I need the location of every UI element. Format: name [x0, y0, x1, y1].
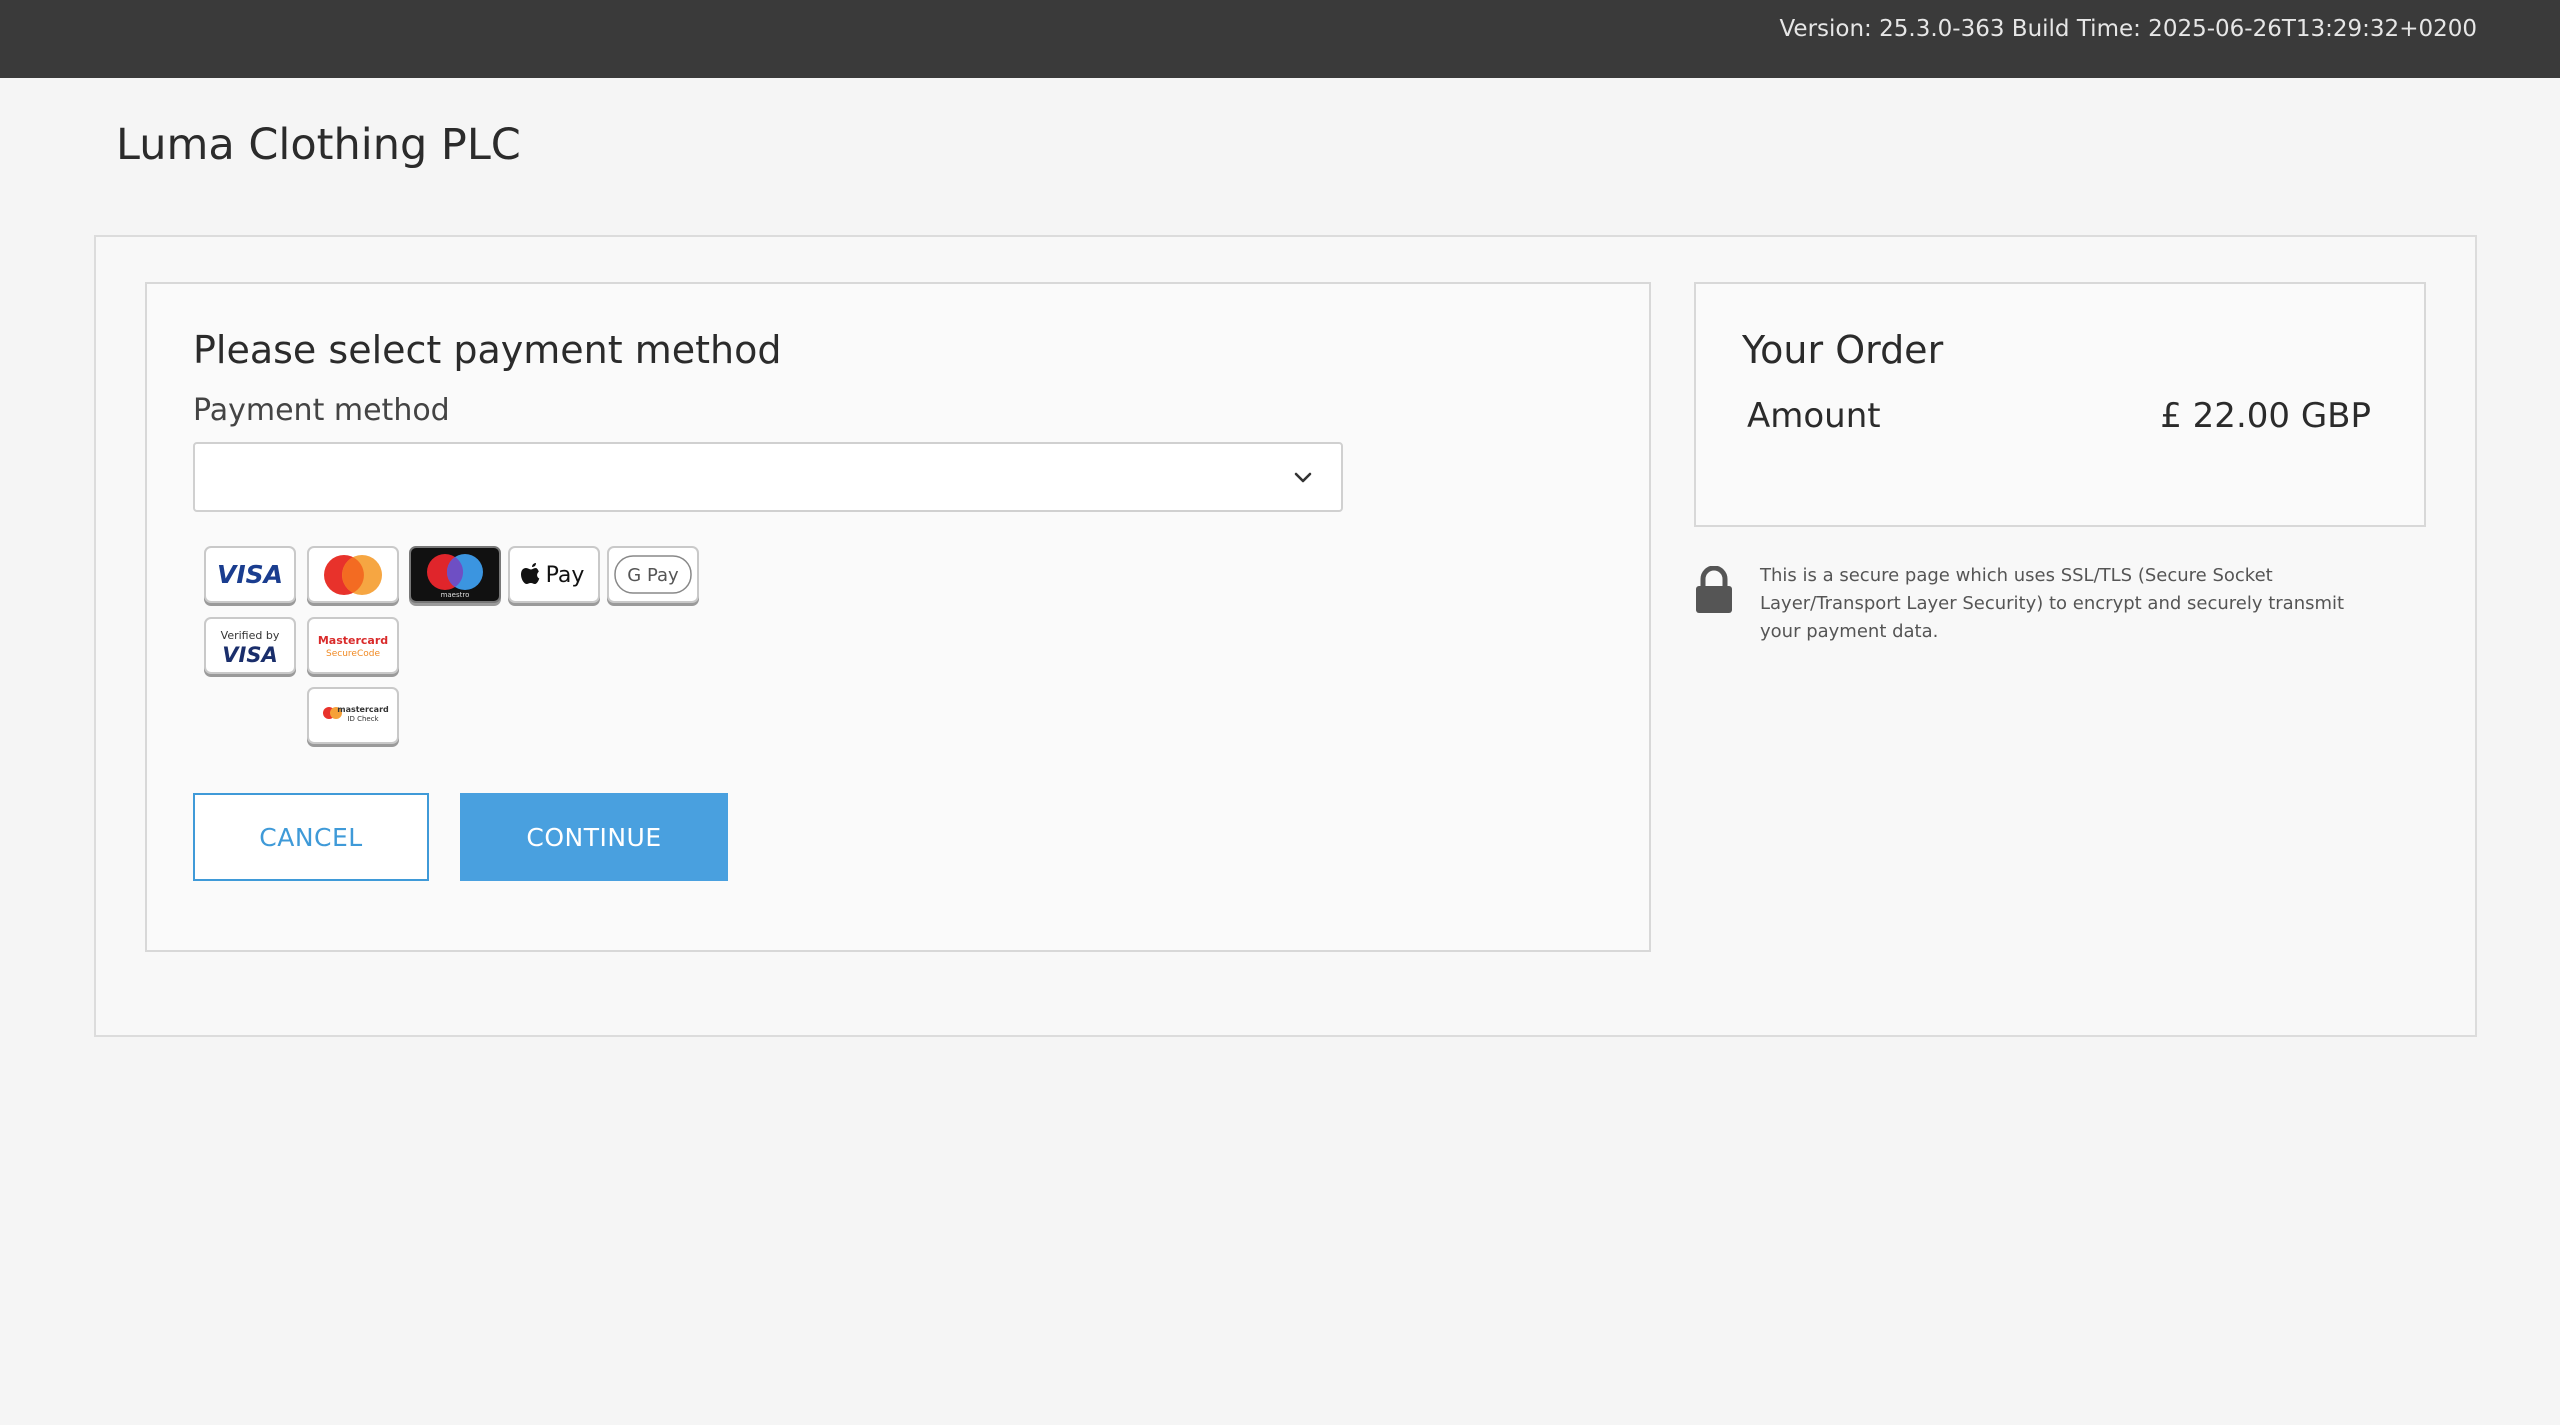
apple-pay-text: Pay [546, 563, 585, 588]
amount-label: Amount [1747, 396, 1881, 436]
mastercard-id-check-logo: mastercard ID Check [307, 687, 399, 744]
google-pay-logo: G Pay [607, 546, 699, 603]
verified-visa-text: VISA [222, 643, 277, 667]
visa-logo: VISA [204, 546, 296, 603]
securecode-line2: SecureCode [326, 649, 380, 659]
continue-button[interactable]: CONTINUE [460, 793, 728, 881]
mastercard-logo [307, 546, 399, 603]
top-bar: Version: 25.3.0-363 Build Time: 2025-06-… [0, 0, 2560, 78]
security-notice: This is a secure page which uses SSL/TLS… [1760, 565, 2345, 642]
maestro-logo: maestro [409, 546, 501, 603]
payment-method-label: Payment method [193, 393, 450, 428]
verified-by-visa-logo: Verified by VISA [204, 617, 296, 674]
id-check-line2: ID Check [347, 715, 379, 723]
amount-value: £ 22.00 GBP [2160, 396, 2371, 436]
google-pay-text: G Pay [627, 565, 679, 586]
verified-by-text: Verified by [221, 629, 280, 642]
cancel-button[interactable]: CANCEL [193, 793, 429, 881]
order-title: Your Order [1742, 328, 1944, 372]
payment-title: Please select payment method [193, 328, 782, 372]
securecode-line1: Mastercard [318, 634, 388, 647]
visa-text: VISA [217, 560, 283, 589]
payment-method-select[interactable] [193, 442, 1343, 512]
mastercard-securecode-logo: Mastercard SecureCode [307, 617, 399, 674]
merchant-name: Luma Clothing PLC [116, 120, 521, 170]
id-check-line1: mastercard [337, 705, 389, 714]
apple-pay-logo: Pay [508, 546, 600, 603]
chevron-down-icon [1294, 472, 1312, 483]
version-info: Version: 25.3.0-363 Build Time: 2025-06-… [1779, 16, 2477, 42]
maestro-text: maestro [441, 591, 470, 599]
lock-icon [1696, 566, 1732, 613]
